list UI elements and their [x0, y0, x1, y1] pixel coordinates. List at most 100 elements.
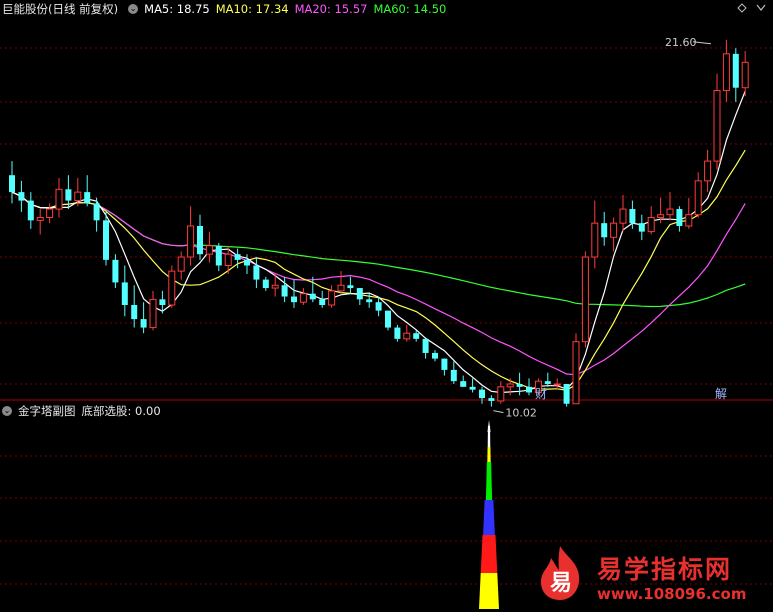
- candle: [619, 194, 627, 232]
- candle-body: [722, 53, 730, 92]
- sub-chart-header: ⌄ 金字塔副图 底部选股: 0.00: [0, 402, 167, 420]
- candle-body: [262, 279, 269, 289]
- candle: [74, 178, 82, 207]
- candle-body: [215, 245, 222, 266]
- candle-body: [271, 284, 279, 289]
- candle-body: [450, 369, 457, 382]
- settings-circle-icon[interactable]: ⌄: [128, 4, 139, 14]
- candle: [488, 395, 495, 407]
- candle-body: [685, 214, 693, 227]
- candle: [299, 288, 307, 305]
- logo-name: 易学指标网: [597, 555, 733, 584]
- candle: [356, 288, 363, 305]
- candle-body: [234, 254, 241, 260]
- candle: [112, 254, 119, 289]
- candle-body: [601, 223, 608, 238]
- candle: [328, 285, 336, 308]
- candle: [319, 290, 326, 308]
- chevron-down-icon: [756, 4, 766, 11]
- moving-average-lines: [11, 90, 746, 394]
- candle: [732, 48, 739, 102]
- candle: [140, 302, 147, 334]
- candle: [197, 214, 203, 260]
- candle: [676, 206, 683, 232]
- candle-body: [422, 338, 429, 353]
- candle: [46, 203, 54, 224]
- candle: [450, 361, 457, 384]
- candle: [685, 197, 693, 229]
- candle-body: [103, 220, 109, 260]
- candle-body: [205, 245, 213, 255]
- candle-body: [432, 352, 438, 359]
- candle-body: [366, 299, 373, 303]
- candle-body: [187, 225, 195, 258]
- candle-body: [553, 383, 561, 386]
- ma60-label: MA60: 14.50: [373, 2, 447, 16]
- candle-body: [497, 386, 505, 402]
- candle-body: [168, 270, 176, 306]
- candle: [403, 324, 411, 342]
- candle-body: [177, 256, 185, 272]
- candle: [422, 338, 429, 359]
- candle-body: [65, 189, 72, 201]
- candle-body: [469, 386, 476, 390]
- candle: [168, 265, 176, 308]
- candle-body: [526, 386, 532, 393]
- candle-body: [441, 358, 448, 370]
- diamond-icon: [737, 3, 747, 13]
- stock-title: 巨能股份(日线 前复权): [2, 2, 119, 16]
- candle-body: [741, 61, 749, 89]
- candle-body: [581, 256, 589, 343]
- candle-body: [309, 293, 316, 300]
- candle: [291, 279, 297, 308]
- candle-body: [479, 389, 485, 399]
- candle-body: [74, 191, 82, 202]
- high-price-label: 21.60: [665, 36, 697, 49]
- candle: [347, 276, 354, 294]
- candle: [713, 73, 721, 170]
- indicator-name: 金字塔副图: [18, 404, 76, 418]
- candle: [9, 161, 15, 204]
- candle-body: [638, 223, 645, 232]
- candle-body: [36, 217, 44, 221]
- candle: [215, 242, 222, 272]
- candle-body: [281, 285, 288, 297]
- candle-body: [647, 217, 655, 233]
- site-logo: 易 易学指标网 www.108096.com: [533, 542, 773, 612]
- candle-body: [197, 225, 203, 255]
- candle-body: [572, 341, 580, 405]
- flame-icon: 易: [541, 546, 580, 600]
- ma20-label: MA20: 15.57: [294, 2, 368, 16]
- candle-body: [460, 381, 467, 387]
- candle: [572, 333, 580, 405]
- candle: [187, 206, 195, 266]
- ma10-line: [11, 149, 746, 391]
- candle: [601, 211, 608, 246]
- candle: [441, 358, 448, 376]
- event-marker-cai: 财: [535, 387, 547, 401]
- candle-body: [629, 209, 636, 224]
- candle: [610, 217, 618, 252]
- pyramid-segment: [480, 535, 498, 573]
- candle: [553, 378, 561, 390]
- candle-body: [55, 188, 63, 210]
- low-arrow: [493, 410, 504, 414]
- candle: [36, 209, 44, 235]
- candle-body: [291, 296, 297, 303]
- candle-body: [112, 259, 119, 283]
- candle: [18, 180, 25, 212]
- sub-settings-circle-icon[interactable]: ⌄: [2, 406, 12, 416]
- candle-body: [676, 209, 683, 226]
- candle: [27, 192, 34, 229]
- candle: [591, 200, 599, 269]
- candle: [526, 378, 532, 396]
- candle: [638, 214, 645, 241]
- logo-char: 易: [550, 571, 572, 596]
- candle-body: [84, 192, 91, 204]
- candle-body: [591, 222, 599, 258]
- candle-body: [610, 222, 618, 238]
- candle-body: [46, 208, 54, 219]
- candle: [666, 192, 674, 221]
- candle-body: [657, 214, 665, 219]
- candle-body: [375, 302, 382, 311]
